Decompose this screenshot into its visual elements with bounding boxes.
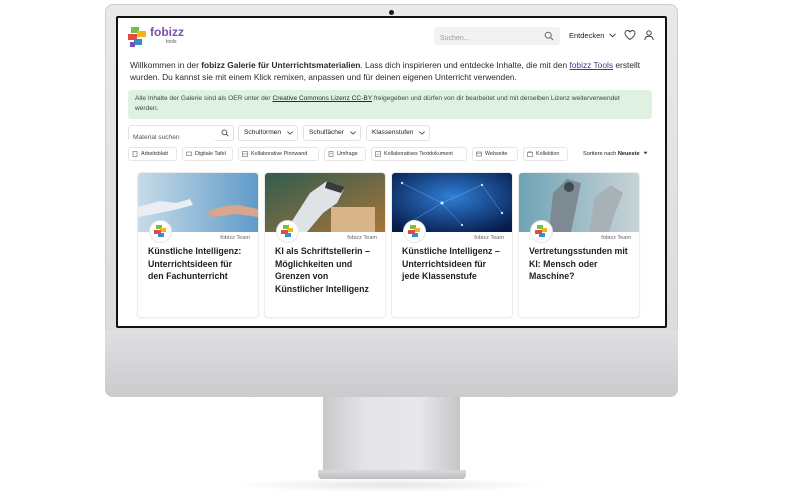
- board-icon: [186, 151, 192, 156]
- nav-explore-label: Entdecken: [569, 31, 605, 40]
- chip-digitale-tafel[interactable]: Digitale Tafel: [182, 147, 233, 161]
- chevron-down-icon: [608, 33, 616, 38]
- intro-text: Willkommen in der fobizz Galerie für Unt…: [130, 59, 658, 83]
- chevron-down-icon: [287, 131, 293, 135]
- sort-dropdown[interactable]: Sortiere nach Neueste: [583, 147, 648, 161]
- chip-label: Kollaboratives Textdokument: [384, 151, 453, 157]
- card-title: Künstliche Intelligenz – Unterrichtsidee…: [402, 246, 500, 281]
- fobizz-tools-link[interactable]: fobizz Tools: [569, 60, 613, 70]
- card-author: fobizz Team: [220, 235, 250, 241]
- user-icon[interactable]: [643, 29, 655, 41]
- logo-text: fobizz: [150, 25, 184, 39]
- app-screen: fobizz tools Entdecken Willkommen in der…: [118, 18, 665, 326]
- author-avatar: [277, 221, 298, 242]
- chip-label: Digitale Tafel: [195, 151, 226, 157]
- poll-icon: [328, 151, 334, 157]
- card-title: Vertretungsstunden mit KI: Mensch oder M…: [529, 246, 628, 281]
- filter-schulfaecher-dropdown[interactable]: Schulfächer: [303, 125, 361, 141]
- caret-down-icon: [643, 151, 648, 155]
- chevron-down-icon: [350, 131, 356, 135]
- author-avatar: [150, 221, 171, 242]
- header-search[interactable]: [434, 27, 560, 48]
- chip-label: Kollaborative Pinnwand: [251, 151, 308, 157]
- chevron-down-icon: [419, 131, 425, 135]
- chip-kollaborative-pinnwand[interactable]: Kollaborative Pinnwand: [238, 147, 319, 161]
- collection-icon: [527, 151, 533, 157]
- license-notice: Alle Inhalte der Galerie sind als OER un…: [128, 90, 652, 119]
- chip-webseite[interactable]: Webseite: [472, 147, 518, 161]
- pinboard-icon: [242, 151, 248, 157]
- webcam: [389, 10, 394, 15]
- material-search[interactable]: [128, 125, 234, 145]
- chip-kollektion[interactable]: Kollektion: [523, 147, 568, 161]
- card-author: fobizz Team: [474, 235, 504, 241]
- fobizz-logo[interactable]: [128, 27, 148, 47]
- logo-subtext: tools: [166, 39, 177, 45]
- monitor-stand: [323, 397, 460, 477]
- dropdown-label: Schulfächer: [309, 129, 344, 136]
- gallery-card[interactable]: fobizz Team Künstliche Intelligenz – Unt…: [392, 173, 512, 317]
- dropdown-label: Schulformen: [244, 129, 282, 136]
- chip-label: Umfrage: [337, 151, 358, 157]
- content-type-chips: Arbeitsblatt Digitale Tafel Kollaborativ…: [128, 147, 658, 161]
- chip-label: Arbeitsblatt: [141, 151, 168, 157]
- chip-label: Webseite: [485, 151, 508, 157]
- dropdown-label: Klassenstufen: [372, 129, 414, 136]
- chip-label: Kollektion: [536, 151, 560, 157]
- sort-value: Neueste: [617, 151, 640, 157]
- stand-shadow: [230, 478, 550, 492]
- card-author: fobizz Team: [347, 235, 377, 241]
- chip-arbeitsblatt[interactable]: Arbeitsblatt: [128, 147, 177, 161]
- sort-prefix: Sortiere nach: [583, 151, 618, 157]
- text-document-icon: [375, 151, 381, 157]
- gallery-card[interactable]: fobizz Team Vertretungsstunden mit KI: M…: [519, 173, 639, 317]
- gallery-card[interactable]: fobizz Team Künstliche Intelligenz: Unte…: [138, 173, 258, 317]
- intro-part2: . Lass dich inspirieren und entdecke Inh…: [360, 60, 570, 70]
- top-bar: fobizz tools Entdecken: [118, 18, 665, 58]
- card-title: KI als Schriftstellerin – Möglichkeiten …: [275, 246, 370, 294]
- intro-bold: fobizz Galerie für Unterrichtsmaterialie…: [201, 60, 361, 70]
- filter-klassenstufen-dropdown[interactable]: Klassenstufen: [366, 125, 430, 141]
- nav-explore-dropdown[interactable]: Entdecken: [569, 31, 616, 40]
- heart-icon[interactable]: [624, 29, 636, 41]
- intro-part1: Willkommen in der: [130, 60, 202, 70]
- filter-schulformen-dropdown[interactable]: Schulformen: [238, 125, 298, 141]
- card-author: fobizz Team: [601, 235, 631, 241]
- search-icon[interactable]: [221, 129, 229, 137]
- notice-part1: Alle Inhalte der Galerie sind als OER un…: [135, 95, 273, 102]
- document-icon: [132, 151, 138, 157]
- website-icon: [476, 151, 482, 157]
- chip-kollaboratives-textdokument[interactable]: Kollaboratives Textdokument: [371, 147, 467, 161]
- search-icon[interactable]: [544, 31, 554, 41]
- author-avatar: [531, 221, 552, 242]
- material-search-input[interactable]: [129, 130, 215, 145]
- chip-umfrage[interactable]: Umfrage: [324, 147, 366, 161]
- monitor-chin: [105, 330, 678, 397]
- cc-by-license-link[interactable]: Creative Commons Lizenz CC-BY: [272, 95, 372, 102]
- header-search-input[interactable]: [434, 29, 534, 48]
- gallery-card[interactable]: fobizz Team KI als Schriftstellerin – Mö…: [265, 173, 385, 317]
- card-title: Künstliche Intelligenz: Unterrichtsideen…: [148, 246, 242, 281]
- author-avatar: [404, 221, 425, 242]
